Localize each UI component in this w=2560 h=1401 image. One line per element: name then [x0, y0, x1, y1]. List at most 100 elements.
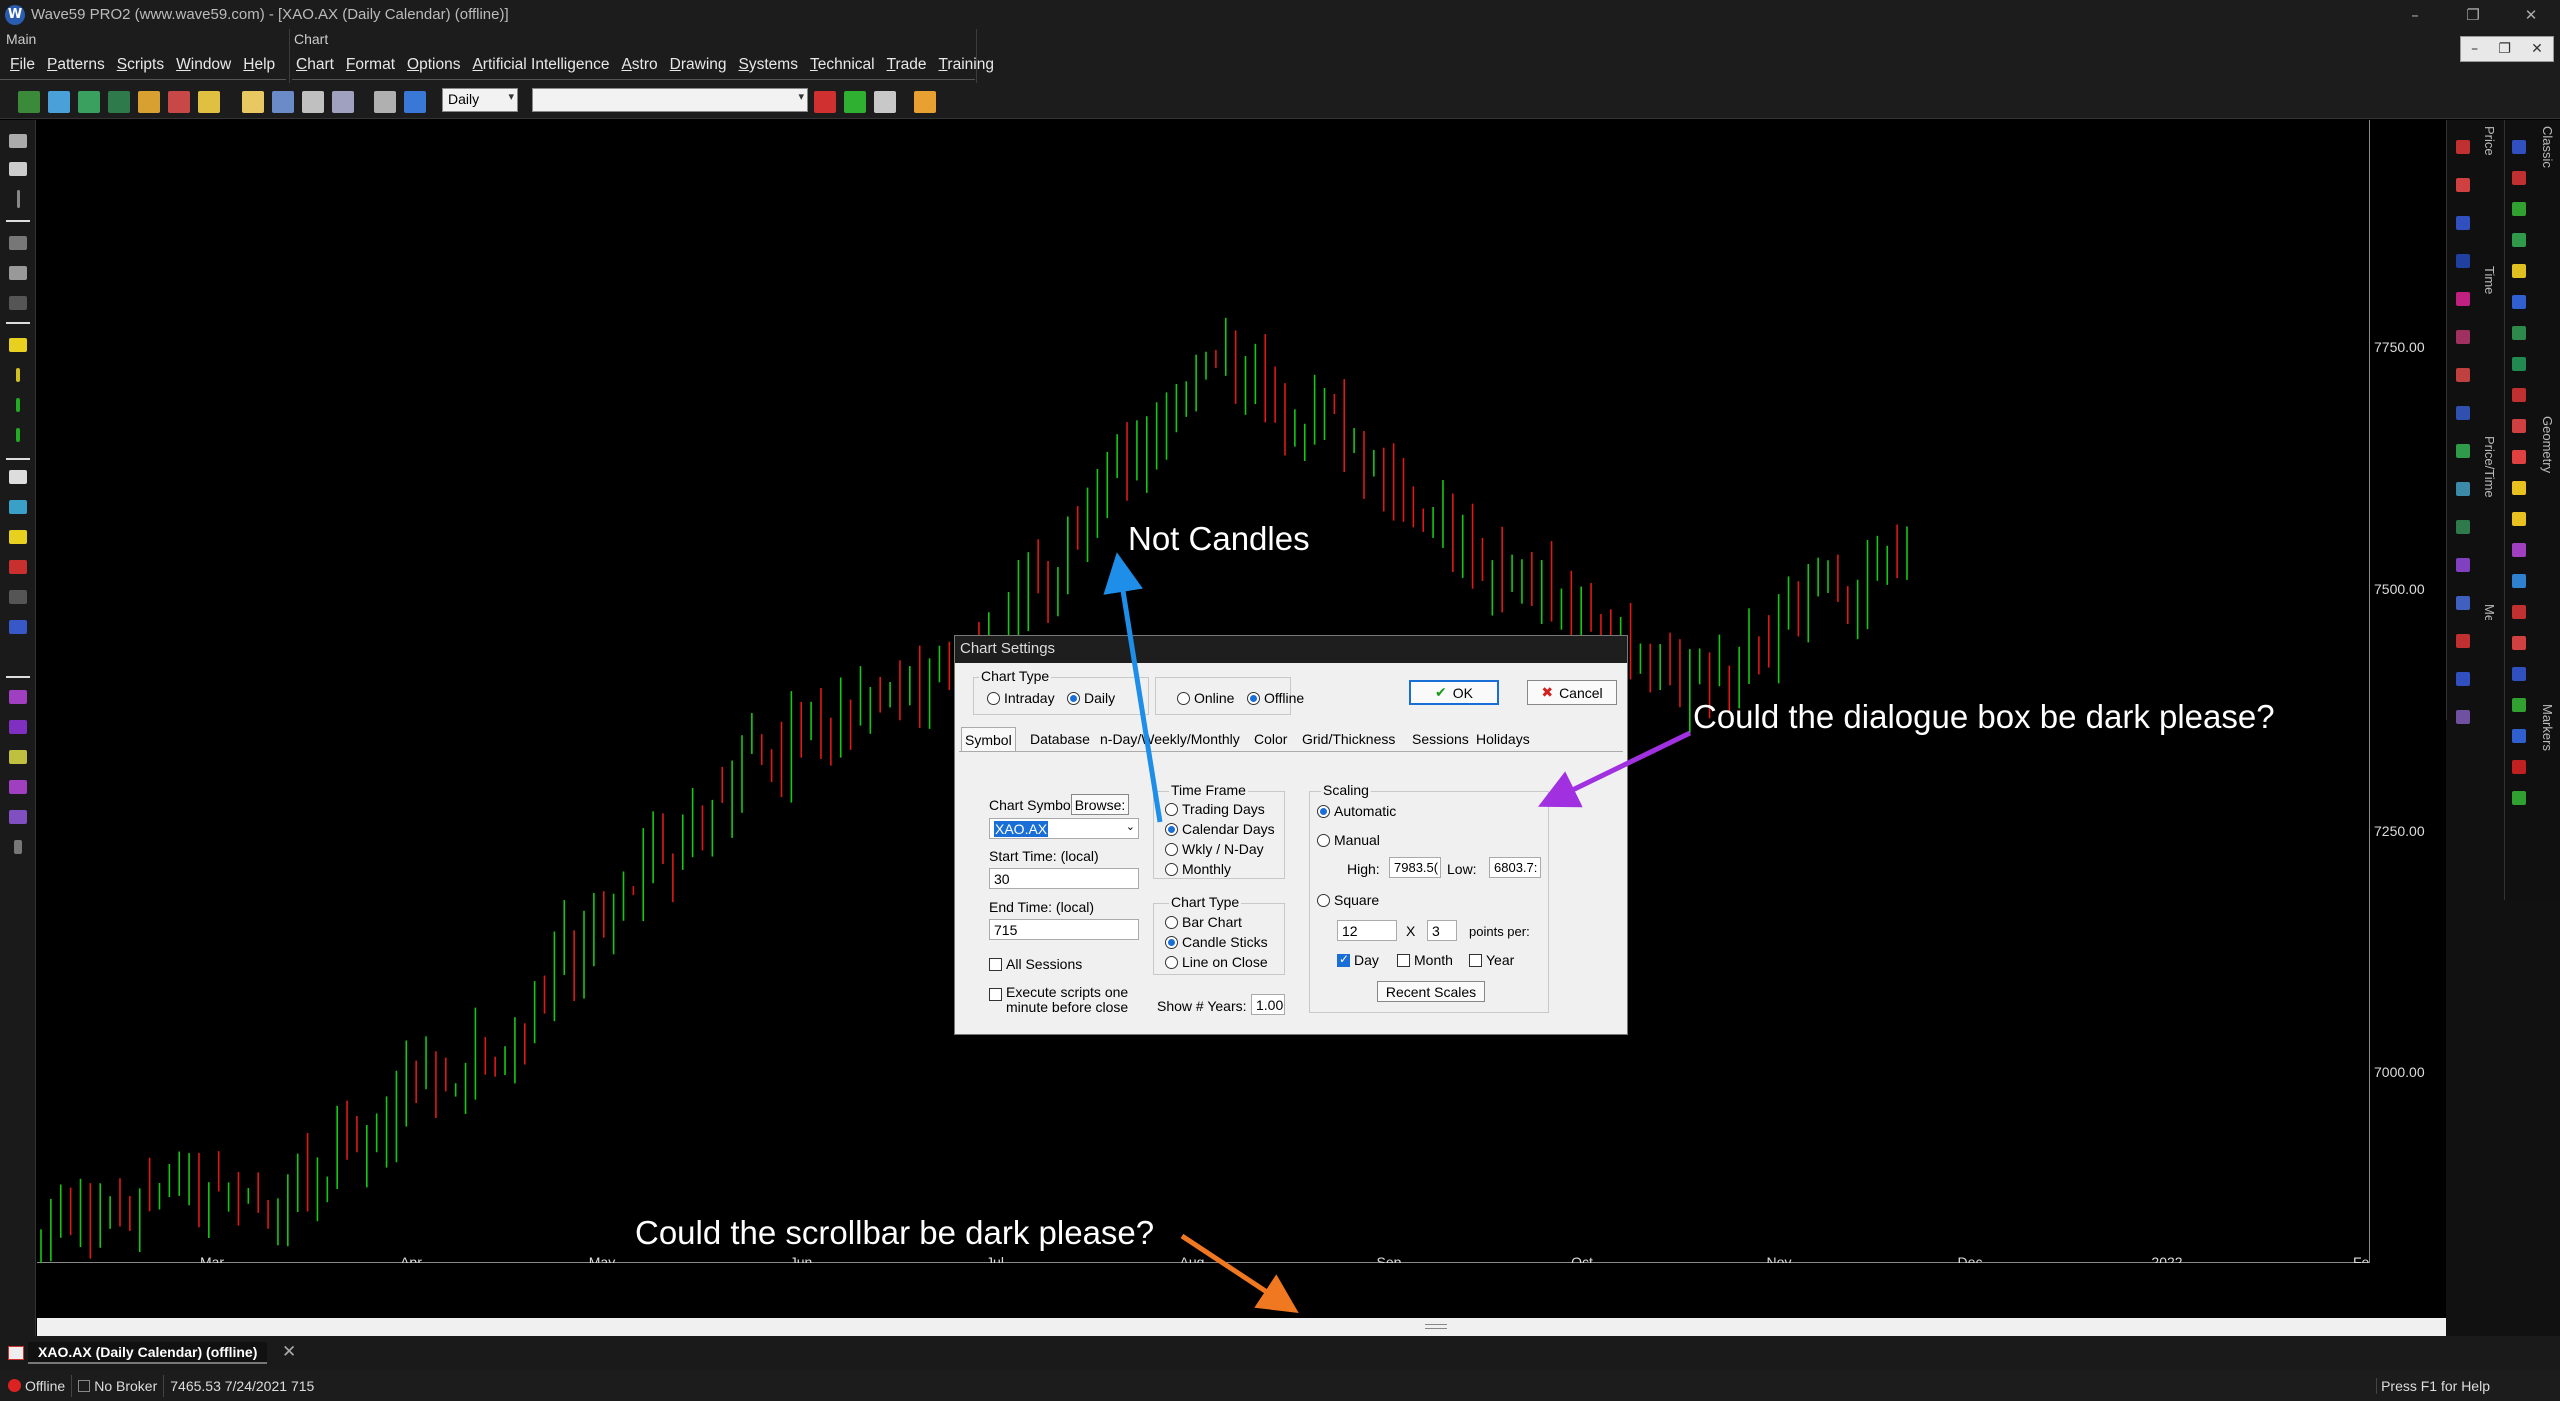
main-menu-patterns[interactable]: Patterns: [41, 56, 111, 74]
month-checkbox[interactable]: Month: [1397, 952, 1453, 968]
mdi-close-button[interactable]: ✕: [2531, 41, 2543, 57]
right-tool-icon[interactable]: [2456, 672, 2470, 686]
horizontal-scrollbar[interactable]: [37, 1318, 2446, 1336]
right-tool-icon[interactable]: [2512, 729, 2526, 743]
right-tool-icon[interactable]: [2512, 636, 2526, 650]
vertical-line-icon[interactable]: [17, 190, 20, 208]
scrollbar-grip[interactable]: [1425, 1324, 1447, 1329]
bar-chart-radio[interactable]: Bar Chart: [1165, 914, 1242, 930]
search-icon[interactable]: [48, 91, 70, 113]
square-value-2-input[interactable]: 3: [1427, 920, 1457, 941]
right-tool-icon[interactable]: [2456, 140, 2470, 154]
chart-menu-drawing[interactable]: Drawing: [664, 56, 733, 74]
pencil-icon[interactable]: [9, 530, 27, 544]
right-tool-icon[interactable]: [2512, 171, 2526, 185]
mdi-restore-button[interactable]: ❐: [2498, 41, 2511, 57]
right-tool-icon[interactable]: [2456, 634, 2470, 648]
right-tool-icon[interactable]: [2512, 388, 2526, 402]
astro-icon[interactable]: [9, 690, 27, 704]
right-tool-icon[interactable]: [2456, 254, 2470, 268]
folder-icon[interactable]: [242, 91, 264, 113]
chart-template-icon[interactable]: [108, 91, 130, 113]
right-tool-icon[interactable]: [2512, 202, 2526, 216]
vertical-marker-icon[interactable]: [16, 368, 20, 382]
tab-nday-weekly-monthly[interactable]: n-Day/Weekly/Monthly: [1097, 727, 1243, 751]
eye-icon[interactable]: [874, 91, 896, 113]
tab-symbol[interactable]: Symbol: [961, 727, 1016, 751]
cancel-button[interactable]: ✖ Cancel: [1527, 680, 1617, 705]
car-icon[interactable]: [9, 560, 27, 574]
marker-icon[interactable]: [9, 338, 27, 352]
save-icon[interactable]: [272, 91, 294, 113]
square-radio[interactable]: Square: [1317, 892, 1379, 908]
right-tool-icon[interactable]: [2512, 574, 2526, 588]
eraser-icon[interactable]: [9, 590, 27, 604]
green-marker-icon[interactable]: [16, 428, 20, 442]
chart-symbol-combo[interactable]: XAO.AX ⌄: [989, 818, 1139, 839]
classic-panel-label[interactable]: Classic: [2540, 126, 2555, 168]
right-tool-icon[interactable]: [2512, 357, 2526, 371]
chart-menu-technical[interactable]: Technical: [804, 56, 881, 74]
tab-holidays[interactable]: Holidays: [1473, 727, 1533, 751]
monthly-radio[interactable]: Monthly: [1165, 861, 1231, 877]
arrow-marker-icon[interactable]: [16, 398, 20, 412]
main-menu-window[interactable]: Window: [170, 56, 237, 74]
right-tool-icon[interactable]: [2512, 295, 2526, 309]
show-years-input[interactable]: 1.00: [1251, 994, 1285, 1015]
restore-button[interactable]: ❐: [2444, 0, 2502, 29]
right-tool-icon[interactable]: [2456, 406, 2470, 420]
right-tool-icon[interactable]: [2456, 178, 2470, 192]
tab-database[interactable]: Database: [1027, 727, 1093, 751]
timeframe-select[interactable]: Daily ▾: [442, 88, 518, 112]
print-icon[interactable]: [374, 91, 396, 113]
right-tool-icon[interactable]: [2512, 264, 2526, 278]
automatic-radio[interactable]: Automatic: [1317, 803, 1396, 819]
right-tool-icon[interactable]: [2512, 419, 2526, 433]
close-button[interactable]: ✕: [2502, 0, 2560, 29]
chart-menu-artificial-intelligence[interactable]: Artificial Intelligence: [466, 56, 615, 74]
intraday-radio[interactable]: Intraday: [987, 690, 1055, 706]
layout-icon[interactable]: [914, 91, 936, 113]
geometry-panel-label[interactable]: Geometry: [2540, 416, 2555, 473]
right-tool-icon[interactable]: [2512, 481, 2526, 495]
tools-icon[interactable]: [138, 91, 160, 113]
right-tool-icon[interactable]: [2512, 698, 2526, 712]
line-on-close-radio[interactable]: Line on Close: [1165, 954, 1268, 970]
price-panel-label[interactable]: Price: [2482, 126, 2497, 156]
main-menu-help[interactable]: Help: [237, 56, 281, 74]
cycle-icon[interactable]: [9, 810, 27, 824]
right-tool-icon[interactable]: [2456, 292, 2470, 306]
right-tool-icon[interactable]: [2456, 482, 2470, 496]
price-time-panel-label[interactable]: Price/Time: [2482, 436, 2497, 498]
symbol-select[interactable]: ▾: [532, 88, 808, 112]
right-tool-icon[interactable]: [2456, 444, 2470, 458]
end-time-input[interactable]: 715: [989, 919, 1139, 940]
chart-menu-trade[interactable]: Trade: [881, 56, 933, 74]
pattern-icon[interactable]: [9, 266, 27, 280]
spiral-icon[interactable]: [9, 720, 27, 734]
start-time-input[interactable]: 30: [989, 868, 1139, 889]
wave-icon[interactable]: [168, 91, 190, 113]
trading-days-radio[interactable]: Trading Days: [1165, 801, 1265, 817]
up-arrow-icon[interactable]: [844, 91, 866, 113]
main-menu-file[interactable]: File: [4, 56, 41, 74]
doc-tab-close-icon[interactable]: ✕: [282, 1342, 296, 1362]
right-tool-icon[interactable]: [2456, 596, 2470, 610]
offline-radio[interactable]: Offline: [1247, 690, 1304, 706]
open-chart-icon[interactable]: [78, 91, 100, 113]
export-icon[interactable]: [332, 91, 354, 113]
right-tool-icon[interactable]: [2512, 326, 2526, 340]
new-chart-icon[interactable]: [18, 91, 40, 113]
right-tool-icon[interactable]: [2512, 791, 2526, 805]
chart-menu-format[interactable]: Format: [340, 56, 401, 74]
print-preview-icon[interactable]: [302, 91, 324, 113]
manual-radio[interactable]: Manual: [1317, 832, 1380, 848]
wave-count-icon[interactable]: [9, 236, 27, 250]
high-input[interactable]: 7983.5(: [1389, 857, 1441, 878]
right-tool-icon[interactable]: [2512, 140, 2526, 154]
refresh-icon[interactable]: [404, 91, 426, 113]
markers-panel-label[interactable]: Markers: [2540, 704, 2555, 751]
chart-menu-training[interactable]: Training: [933, 56, 1000, 74]
all-sessions-checkbox[interactable]: All Sessions: [989, 956, 1082, 972]
square-value-1-input[interactable]: 12: [1337, 920, 1397, 941]
